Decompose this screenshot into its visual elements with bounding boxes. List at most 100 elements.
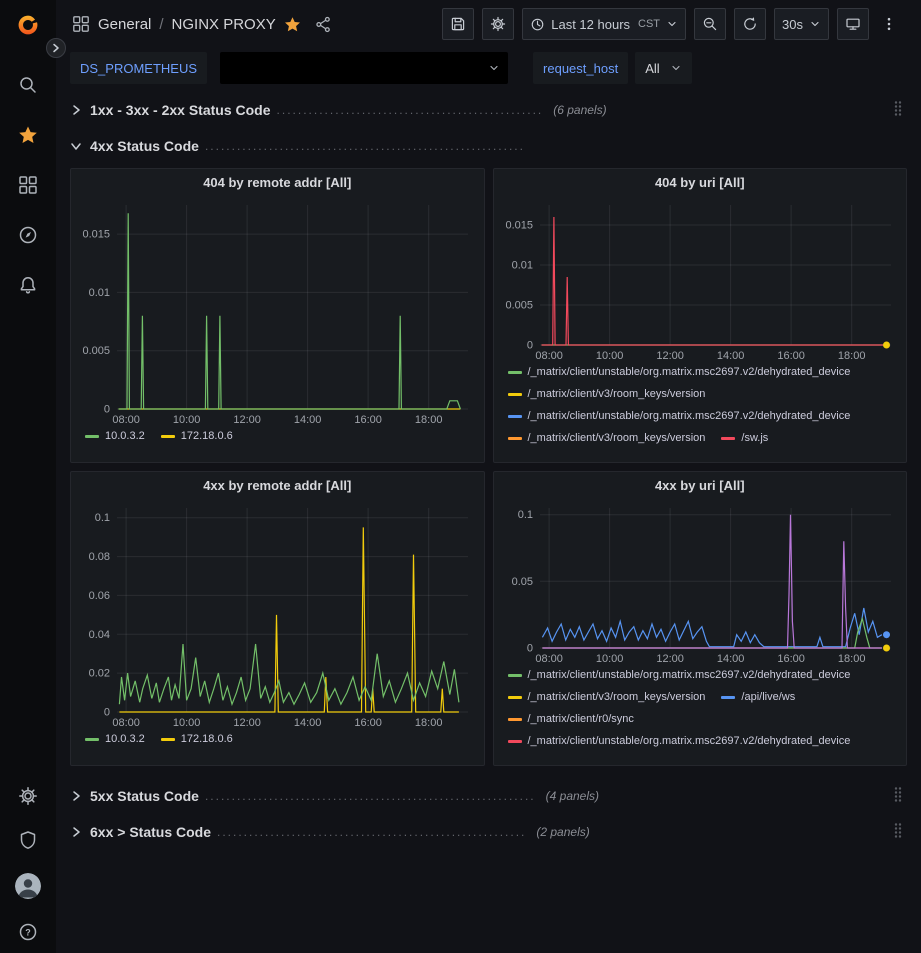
legend-swatch: [508, 371, 522, 374]
panel-legend: /_matrix/client/unstable/org.matrix.msc2…: [494, 666, 907, 765]
save-dashboard-button[interactable]: [442, 8, 474, 40]
row-6xx[interactable]: 6xx > Status Code ......................…: [70, 818, 907, 846]
legend-item[interactable]: 172.18.0.6: [161, 429, 233, 443]
panel-title[interactable]: 4xx by remote addr [All]: [71, 472, 484, 500]
starred-icon[interactable]: [17, 124, 39, 146]
legend-label: 10.0.3.2: [105, 732, 145, 746]
configuration-gear-icon[interactable]: [17, 785, 39, 807]
refresh-button[interactable]: [734, 8, 766, 40]
zoom-out-button[interactable]: [694, 8, 726, 40]
sidebar-expand-button[interactable]: [46, 38, 66, 58]
svg-text:08:00: 08:00: [112, 717, 140, 729]
svg-text:12:00: 12:00: [233, 414, 261, 426]
panel-title[interactable]: 404 by remote addr [All]: [71, 169, 484, 197]
time-series-plot: 00.0050.010.01508:0010:0012:0014:0016:00…: [71, 197, 484, 427]
chevron-right-icon: [70, 104, 82, 116]
panel-legend: 10.0.3.2 172.18.0.6: [71, 730, 484, 765]
legend-item[interactable]: /_matrix/client/r0/sync: [508, 712, 634, 726]
row-drag-handle[interactable]: [889, 784, 907, 809]
legend-label: 172.18.0.6: [181, 429, 233, 443]
share-icon[interactable]: [315, 16, 332, 33]
panel-title[interactable]: 4xx by uri [All]: [494, 472, 907, 500]
time-series-chart[interactable]: 00.050.108:0010:0012:0014:0016:0018:00: [494, 500, 907, 666]
legend-item[interactable]: /_matrix/client/v3/room_keys/version: [508, 431, 706, 445]
time-series-plot: 00.020.040.060.080.108:0010:0012:0014:00…: [71, 500, 484, 730]
legend-item[interactable]: /_matrix/client/unstable/org.matrix.msc2…: [508, 668, 851, 682]
svg-text:0.015: 0.015: [505, 220, 533, 232]
favorite-star-icon[interactable]: [284, 16, 301, 33]
kebab-menu-button[interactable]: [877, 8, 909, 40]
legend-swatch: [508, 740, 522, 743]
svg-text:0.01: 0.01: [511, 260, 532, 272]
legend-item[interactable]: /sw.js: [721, 431, 768, 445]
legend-item[interactable]: 172.18.0.6: [161, 732, 233, 746]
time-series-chart[interactable]: 00.0050.010.01508:0010:0012:0014:0016:00…: [71, 197, 484, 427]
svg-text:16:00: 16:00: [777, 653, 805, 665]
svg-text:14:00: 14:00: [294, 414, 322, 426]
svg-text:0.015: 0.015: [82, 229, 110, 241]
legend-item[interactable]: 10.0.3.2: [85, 732, 145, 746]
svg-text:18:00: 18:00: [415, 414, 443, 426]
svg-text:0.1: 0.1: [95, 512, 110, 524]
dashboard-title[interactable]: NGINX PROXY: [172, 16, 276, 33]
search-icon[interactable]: [17, 74, 39, 96]
legend-swatch: [508, 696, 522, 699]
row-drag-handle[interactable]: [889, 98, 907, 123]
legend-swatch: [508, 718, 522, 721]
svg-text:?: ?: [25, 928, 31, 938]
legend-item[interactable]: /api/live/ws: [721, 690, 795, 704]
explore-compass-icon[interactable]: [17, 224, 39, 246]
time-range-picker[interactable]: Last 12 hours CST: [522, 8, 686, 40]
grafana-logo-icon[interactable]: [17, 14, 39, 36]
svg-text:10:00: 10:00: [595, 653, 623, 665]
dashboard-settings-button[interactable]: [482, 8, 514, 40]
grafana-app: ? General / NGINX PROXY: [0, 0, 921, 953]
svg-text:0.04: 0.04: [89, 629, 110, 641]
svg-text:0.02: 0.02: [89, 668, 110, 680]
alerting-bell-icon[interactable]: [17, 274, 39, 296]
svg-text:10:00: 10:00: [173, 717, 201, 729]
top-navbar: General / NGINX PROXY: [56, 0, 921, 48]
user-avatar[interactable]: [15, 873, 41, 899]
row-drag-handle[interactable]: [889, 820, 907, 845]
legend-swatch: [508, 437, 522, 440]
row-title: 1xx - 3xx - 2xx Status Code: [90, 102, 271, 118]
legend-swatch: [161, 435, 175, 438]
chevron-down-icon: [809, 18, 821, 30]
chevron-right-icon: [70, 790, 82, 802]
row-dots: ........................................…: [217, 825, 526, 839]
row-1xx-3xx-2xx[interactable]: 1xx - 3xx - 2xx Status Code ............…: [70, 96, 907, 124]
row-5xx[interactable]: 5xx Status Code ........................…: [70, 782, 907, 810]
datasource-variable-label[interactable]: DS_PROMETHEUS: [70, 52, 207, 84]
help-icon[interactable]: ?: [17, 921, 39, 943]
request-host-variable-label[interactable]: request_host: [533, 52, 628, 84]
svg-text:0.005: 0.005: [82, 345, 110, 357]
legend-swatch: [721, 696, 735, 699]
datasource-select[interactable]: [220, 52, 508, 84]
legend-item[interactable]: /_matrix/client/unstable/org.matrix.msc2…: [508, 409, 851, 423]
svg-text:0: 0: [104, 404, 110, 416]
legend-item[interactable]: 10.0.3.2: [85, 429, 145, 443]
apps-grid-icon[interactable]: [72, 15, 90, 33]
chevron-down-icon: [488, 62, 500, 74]
panel-404-by-uri: 404 by uri [All] 00.0050.010.01508:0010:…: [493, 168, 908, 463]
legend-item[interactable]: /_matrix/client/unstable/org.matrix.msc2…: [508, 734, 851, 748]
request-host-select[interactable]: All: [635, 52, 691, 84]
time-series-chart[interactable]: 00.020.040.060.080.108:0010:0012:0014:00…: [71, 500, 484, 730]
panel-title[interactable]: 404 by uri [All]: [494, 169, 907, 197]
svg-text:18:00: 18:00: [415, 717, 443, 729]
legend-item[interactable]: /_matrix/client/v3/room_keys/version: [508, 690, 706, 704]
legend-item[interactable]: /_matrix/client/unstable/org.matrix.msc2…: [508, 365, 851, 379]
row-dots: ........................................…: [277, 103, 544, 117]
panel-legend: /_matrix/client/unstable/org.matrix.msc2…: [494, 363, 907, 462]
legend-swatch: [85, 435, 99, 438]
tv-mode-button[interactable]: [837, 8, 869, 40]
breadcrumb-section[interactable]: General: [98, 16, 151, 33]
dashboards-icon[interactable]: [17, 174, 39, 196]
server-admin-shield-icon[interactable]: [17, 829, 39, 851]
legend-item[interactable]: /_matrix/client/v3/room_keys/version: [508, 387, 706, 401]
row-dots: ........................................…: [205, 789, 536, 803]
row-4xx[interactable]: 4xx Status Code ........................…: [70, 132, 907, 160]
refresh-interval-picker[interactable]: 30s: [774, 8, 829, 40]
time-series-chart[interactable]: 00.0050.010.01508:0010:0012:0014:0016:00…: [494, 197, 907, 363]
